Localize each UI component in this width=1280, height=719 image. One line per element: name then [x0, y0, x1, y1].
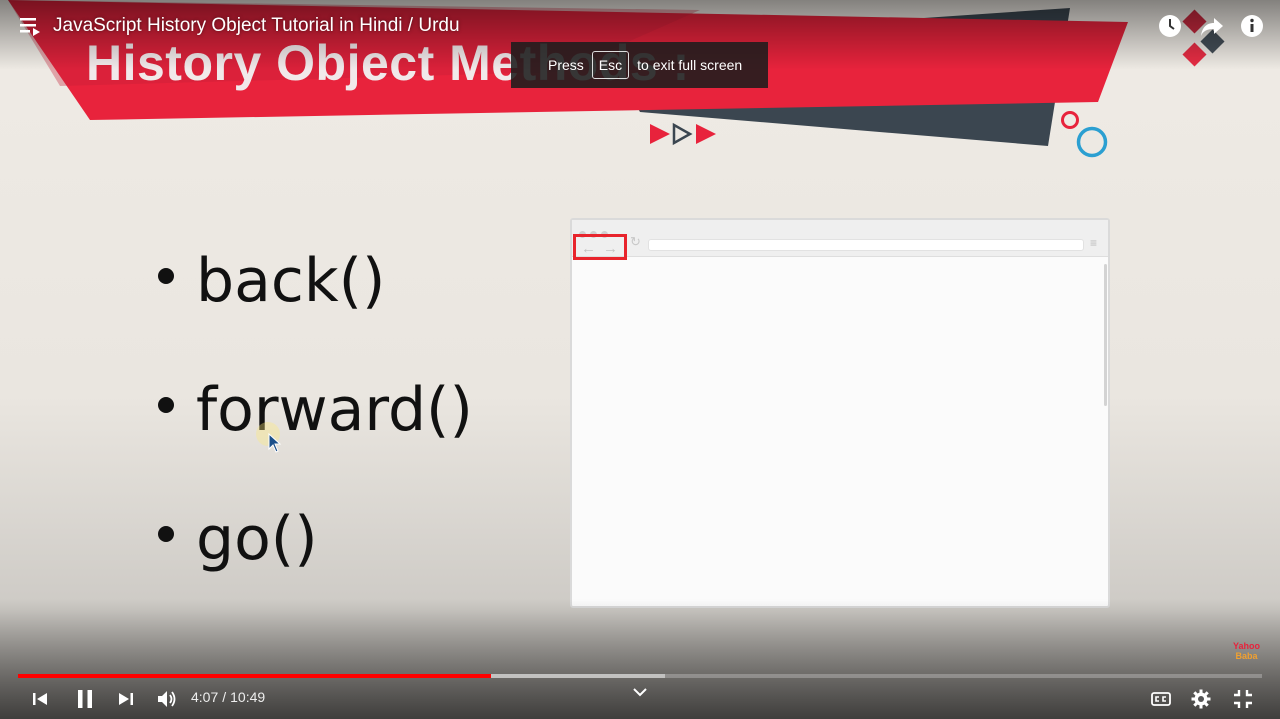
browser-scrollbar [1104, 264, 1107, 406]
browser-toolbar: ← → ↻ ≡ [572, 220, 1108, 260]
esc-key-badge: Esc [591, 51, 630, 79]
volume-button[interactable] [156, 686, 178, 712]
volume-icon [158, 691, 176, 707]
play-arrow-icon [696, 124, 716, 144]
pause-icon [78, 690, 92, 708]
progress-bar[interactable] [18, 674, 1262, 678]
arrow-right-icon: → [603, 240, 618, 257]
time-separator: / [222, 689, 227, 705]
watermark-line1: Yahoo [1233, 641, 1261, 651]
played-bar [18, 674, 491, 678]
method-list: back() forward() go() [158, 236, 473, 623]
chevron-down-icon[interactable] [632, 687, 648, 697]
current-time: 4:07 [191, 689, 219, 705]
info-icon[interactable] [1240, 14, 1264, 38]
playlist-icon[interactable] [20, 16, 42, 36]
watermark-line2: Baba [1235, 651, 1258, 661]
share-icon[interactable] [1200, 14, 1224, 38]
menu-icon: ≡ [1090, 236, 1098, 250]
browser-illustration: ← → ↻ ≡ [570, 218, 1110, 608]
channel-watermark: Yahoo Baba [1233, 641, 1260, 661]
reload-icon: ↻ [630, 234, 641, 249]
previous-button[interactable] [30, 686, 50, 712]
bullet-dot [158, 526, 174, 543]
video-player[interactable]: History Object Methods : back() forward(… [0, 0, 1280, 719]
toast-prefix: Press [548, 57, 584, 73]
next-button[interactable] [116, 686, 136, 712]
skip-next-icon [119, 693, 133, 705]
gear-icon [1191, 689, 1211, 709]
pause-button[interactable] [74, 686, 96, 712]
mouse-cursor-icon [268, 433, 282, 453]
large-circle-decoration [1076, 126, 1108, 158]
bullet-dot [158, 397, 174, 414]
fullscreen-toast: Press Esc to exit full screen [511, 42, 768, 88]
method-back: back() [196, 246, 386, 316]
nav-buttons-highlight: ← → [573, 234, 627, 260]
skip-previous-icon [33, 693, 47, 705]
list-item: forward() [158, 365, 473, 494]
method-go: go() [196, 504, 318, 574]
exit-fullscreen-button[interactable] [1232, 686, 1254, 712]
captions-button[interactable] [1150, 686, 1172, 712]
address-bar [648, 239, 1084, 251]
exit-fullscreen-icon [1234, 690, 1252, 708]
method-forward: forward() [196, 375, 473, 445]
play-arrow-outline-icon [672, 122, 693, 146]
list-item: back() [158, 236, 473, 365]
toast-suffix: to exit full screen [637, 57, 743, 73]
time-display: 4:07/10:49 [191, 689, 265, 705]
bullet-dot [158, 268, 174, 285]
captions-icon [1151, 692, 1171, 706]
play-arrow-icon [650, 124, 670, 144]
duration: 10:49 [230, 689, 266, 705]
arrow-left-icon: ← [581, 240, 596, 257]
small-circle-decoration [1061, 111, 1079, 129]
clock-icon[interactable] [1158, 14, 1182, 38]
settings-button[interactable] [1190, 686, 1212, 712]
video-title[interactable]: JavaScript History Object Tutorial in Hi… [53, 15, 460, 37]
